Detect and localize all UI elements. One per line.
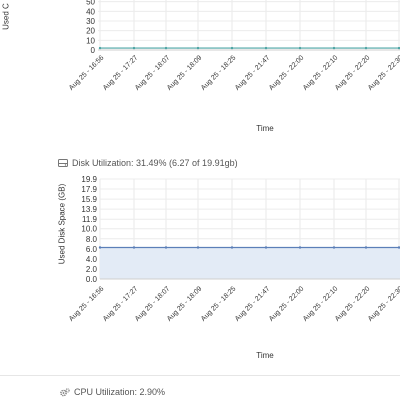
x-tick-label: Aug 25 - 18:25 (200, 54, 237, 91)
section-divider (0, 375, 400, 376)
data-point (332, 46, 336, 50)
data-point (230, 46, 234, 50)
y-tick-label: 20 (86, 27, 95, 36)
y-tick-label: 17.9 (81, 185, 97, 194)
data-point (264, 246, 268, 249)
x-tick-label: Aug 25 - 16:56 (68, 54, 105, 91)
y-tick-label: 4.0 (86, 255, 98, 264)
data-point (196, 46, 200, 50)
y-tick-label: 13.9 (81, 205, 97, 214)
x-tick-label: Aug 25 - 22:20 (334, 285, 371, 322)
data-point (196, 246, 200, 249)
y-tick-label: 8.0 (86, 235, 98, 244)
y-tick-label: 0.0 (86, 275, 98, 284)
data-point (164, 46, 168, 50)
disk-chart: 19.917.915.913.911.910.08.06.04.02.00.0A… (68, 175, 400, 360)
x-tick-label: Aug 25 - 16:56 (68, 285, 105, 322)
x-tick-label: Aug 25 - 18:09 (166, 285, 203, 322)
memory-chart-panel: Used C 0 10 20 30 40 50 Aug 25 - 16:56 Aug 25 -… (0, 0, 400, 140)
data-point (332, 246, 336, 249)
y-tick-label: 10.0 (81, 225, 97, 234)
cpu-panel-header: CPU Utilization: 2.90% (60, 387, 165, 397)
y-tick-label: 2.0 (86, 265, 98, 274)
y-tick-label: 19.9 (81, 175, 97, 184)
data-point (264, 46, 268, 50)
x-tick-label: Aug 25 - 18:25 (200, 285, 237, 322)
y-tick-label: 50 (86, 0, 95, 7)
data-point (230, 246, 234, 249)
y-tick-label: 10 (86, 36, 95, 45)
cogs-icon (60, 387, 70, 396)
x-tick-label: Aug 25 - 22:00 (268, 285, 305, 322)
x-tick-label: Aug 25 - 21:47 (234, 54, 271, 91)
data-point (98, 46, 102, 50)
x-tick-label: Aug 25 - 22:00 (268, 54, 305, 91)
data-point (164, 246, 168, 249)
series-area (100, 247, 400, 279)
data-point (298, 246, 302, 249)
x-tick-label: Aug 25 - 22:20 (334, 54, 371, 91)
data-point (364, 46, 368, 50)
x-axis-title: Time (256, 351, 274, 360)
x-tick-label: Aug 25 - 18:09 (166, 54, 203, 91)
x-tick-label: Aug 25 - 22:30 (367, 285, 400, 322)
y-tick-label: 6.0 (86, 245, 98, 254)
y-tick-label: 0 (91, 46, 96, 55)
data-point (98, 246, 102, 249)
data-point (132, 246, 136, 249)
y-tick-label: 15.9 (81, 195, 97, 204)
data-point (132, 46, 136, 50)
data-point (298, 46, 302, 50)
x-tick-label: Aug 25 - 21:47 (234, 285, 271, 322)
x-axis-title: Time (256, 124, 274, 133)
cpu-panel-title: CPU Utilization: 2.90% (74, 387, 166, 397)
memory-chart: 01020304050Aug 25 - 16:56Aug 25 - 17:27A… (68, 0, 400, 133)
y-tick-label: 40 (86, 7, 95, 16)
data-point (364, 246, 368, 249)
y-tick-label: 11.9 (82, 215, 98, 224)
x-tick-label: Aug 25 - 22:30 (367, 54, 400, 91)
y-tick-label: 30 (86, 17, 95, 26)
